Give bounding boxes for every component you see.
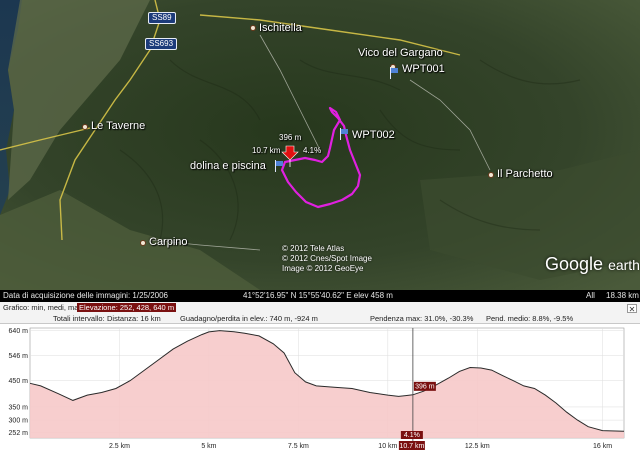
imagery-copyright: © 2012 Tele Atlas © 2012 Cnes/Spot Image…: [282, 244, 372, 274]
close-profile-button[interactable]: ✕: [627, 304, 637, 314]
waypoint-label-wpt002[interactable]: WPT002: [352, 129, 395, 141]
place-marker-parchetto[interactable]: [488, 172, 494, 178]
waypoint-label-dolina[interactable]: dolina e piscina: [190, 160, 266, 172]
place-label-vico[interactable]: Vico del Gargano: [358, 47, 443, 59]
x-tick-label: 10 km: [378, 443, 397, 450]
cursor-dist-label: 10.7 km: [399, 443, 424, 450]
copyright-line: Image © 2012 GeoEye: [282, 264, 364, 273]
cursor-coordinates: 41°52'16.95" N 15°55'40.62" E elev 458 m: [243, 291, 393, 300]
track-grade-label: 4.1%: [303, 146, 322, 155]
profile-header: Grafico: min, medi, max Elevazione: 252,…: [0, 302, 640, 324]
totals-label: Totali intervallo:: [53, 314, 105, 323]
copyright-line: © 2012 Tele Atlas: [282, 244, 345, 253]
logo-text: Google: [545, 254, 604, 274]
place-label-ischitella[interactable]: Ischitella: [259, 22, 302, 34]
waypoint-flag-icon[interactable]: [340, 128, 350, 140]
elevation-stats: Elevazione: 252, 428, 640 m: [77, 303, 177, 312]
place-label-taverne[interactable]: Le Taverne: [91, 120, 145, 132]
cursor-elev-label: 396 m: [415, 383, 435, 390]
cursor-grade-label: 4.1%: [404, 432, 420, 439]
logo-suffix: earth: [608, 257, 640, 273]
waypoint-label-wpt001[interactable]: WPT001: [402, 63, 445, 75]
track-elev-label: 396 m: [279, 133, 302, 142]
google-earth-logo: Google earth: [545, 254, 640, 275]
x-tick-label: 5 km: [201, 443, 216, 450]
graph-label: Grafico: min, medi, max: [3, 303, 83, 312]
range-all-label: All: [586, 291, 595, 300]
y-tick-label: 300 m: [9, 418, 29, 425]
y-tick-label: 252 m: [9, 430, 29, 437]
total-distance: 18.38 km: [606, 291, 639, 300]
slope-avg-stat: Pend. medio: 8.8%, -9.5%: [486, 314, 574, 323]
y-tick-label: 640 m: [9, 328, 29, 335]
road-shield-ss693: SS693: [145, 38, 178, 50]
elevation-chart-svg[interactable]: 640 m 546 m 450 m 350 m 300 m 252 m 2.5 km 5 km…: [0, 324, 640, 454]
place-marker-ischitella[interactable]: [250, 25, 256, 31]
waypoint-flag-icon[interactable]: [390, 67, 400, 79]
place-marker-taverne[interactable]: [82, 124, 88, 130]
distance-stat: Distanza: 16 km: [107, 314, 161, 323]
satellite-map[interactable]: SS89 SS693 Ischitella Vico del Gargano L…: [0, 0, 640, 290]
y-tick-label: 450 m: [9, 378, 29, 385]
slope-max-stat: Pendenza max: 31.0%, -30.3%: [370, 314, 474, 323]
track-dist-label: 10.7 km: [252, 146, 281, 155]
place-marker-carpino[interactable]: [140, 240, 146, 246]
waypoint-flag-icon[interactable]: [275, 160, 285, 172]
status-bar: Data di acquisizione delle immagini: 1/2…: [0, 290, 640, 302]
elevation-profile-panel[interactable]: Grafico: min, medi, max Elevazione: 252,…: [0, 302, 640, 454]
gain-loss-stat: Guadagno/perdita in elev.: 740 m, -924 m: [180, 314, 318, 323]
place-label-carpino[interactable]: Carpino: [149, 236, 188, 248]
road-shield-ss89: SS89: [148, 12, 176, 24]
x-tick-label: 16 km: [593, 443, 612, 450]
elevation-chart[interactable]: 640 m 546 m 450 m 350 m 300 m 252 m 2.5 km 5 km…: [0, 324, 640, 454]
x-tick-label: 7.5 km: [288, 443, 309, 450]
y-tick-label: 350 m: [9, 404, 29, 411]
copyright-line: © 2012 Cnes/Spot Image: [282, 254, 372, 263]
y-tick-label: 546 m: [9, 353, 29, 360]
x-tick-label: 2.5 km: [109, 443, 130, 450]
acquisition-date: Data di acquisizione delle immagini: 1/2…: [3, 291, 168, 300]
x-tick-label: 12.5 km: [465, 443, 490, 450]
place-label-parchetto[interactable]: Il Parchetto: [497, 168, 553, 180]
